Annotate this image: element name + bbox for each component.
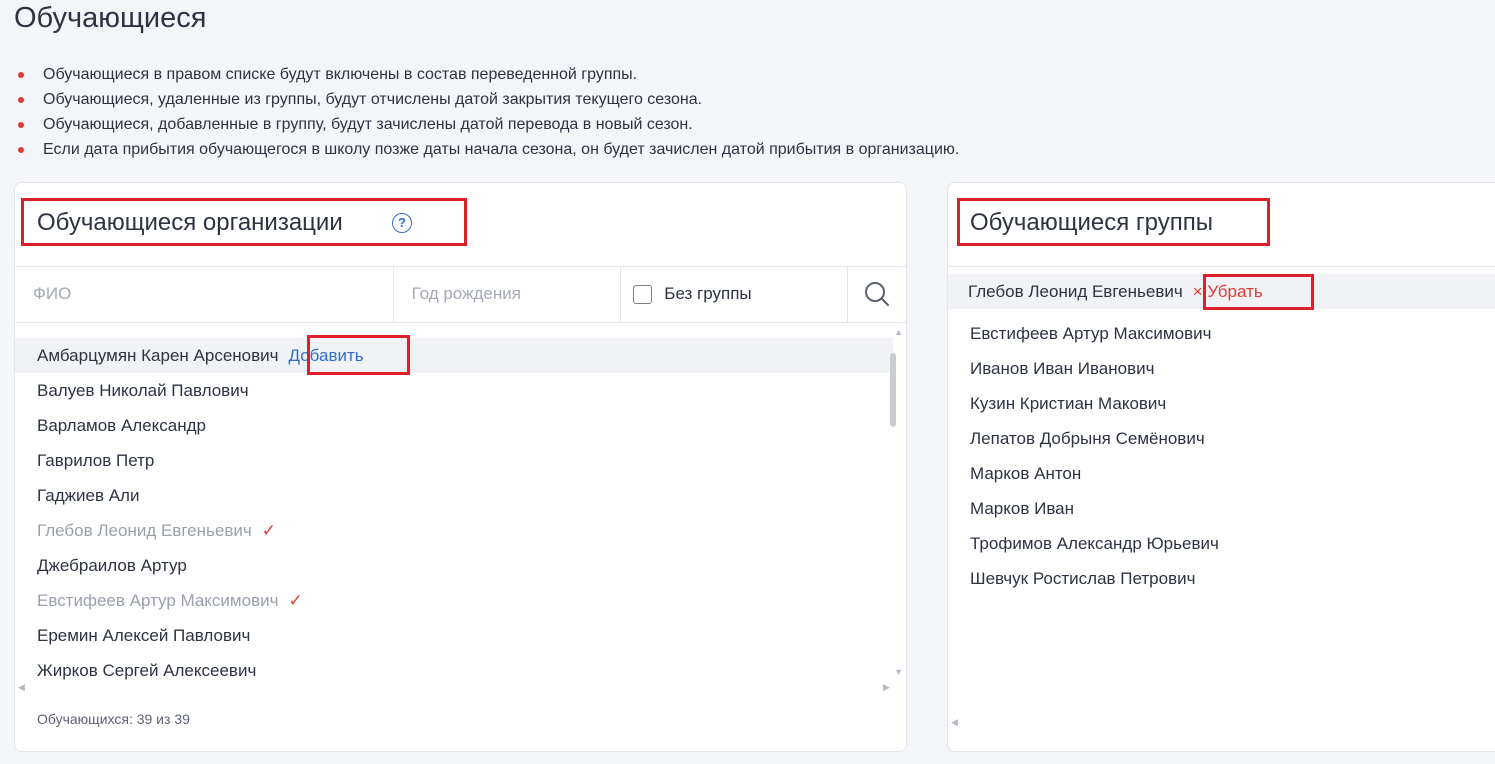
scroll-left-icon[interactable]: ◀ — [18, 682, 25, 693]
help-icon[interactable]: ? — [392, 213, 412, 233]
student-name: Трофимов Александр Юрьевич — [970, 533, 1219, 553]
info-notes: Обучающиеся в правом списке будут включе… — [18, 62, 959, 162]
org-panel-header: Обучающиеся организации ? — [15, 183, 906, 267]
student-name: Евстифеев Артур Максимович — [37, 590, 279, 610]
filter-bar: Без группы — [15, 266, 906, 323]
student-name: Еремин Алексей Павлович — [37, 625, 251, 645]
student-name: Шевчук Ростислав Петрович — [970, 568, 1196, 588]
list-item[interactable]: Амбарцумян Карен Арсенович Добавить — [15, 338, 893, 373]
search-button[interactable] — [848, 266, 906, 322]
student-name: Марков Иван — [970, 498, 1075, 518]
list-item[interactable]: Иванов Иван Иванович — [948, 351, 1154, 386]
list-item[interactable]: Еремин Алексей Павлович — [15, 618, 250, 653]
scroll-left-icon[interactable]: ◀ — [951, 717, 958, 728]
highlight-frame — [1203, 274, 1314, 310]
student-name: Евстифеев Артур Максимович — [970, 323, 1212, 343]
list-item[interactable]: Евстифеев Артур Максимович ✓ — [15, 583, 303, 618]
list-item[interactable]: Варламов Александр — [15, 408, 206, 443]
student-name: Валуев Николай Павлович — [37, 380, 249, 400]
student-name: Варламов Александр — [37, 415, 206, 435]
group-panel-title: Обучающиеся группы — [970, 209, 1213, 236]
check-icon: ✓ — [261, 520, 276, 540]
list-item[interactable]: Марков Иван — [948, 491, 1074, 526]
student-name: Кузин Кристиан Макович — [970, 393, 1167, 413]
student-name: Глебов Леонид Евгеньевич — [37, 520, 252, 540]
org-students-panel: Обучающиеся организации ? Без группы Амб… — [14, 182, 907, 752]
no-group-checkbox[interactable] — [633, 284, 653, 304]
fio-input[interactable] — [15, 266, 393, 322]
list-item[interactable]: Жирков Сергей Алексеевич — [15, 653, 256, 688]
birth-year-filter-cell — [393, 266, 622, 322]
note-item: Обучающиеся в правом списке будут включе… — [18, 62, 959, 87]
fio-filter-cell — [15, 266, 394, 322]
bullet-dot — [18, 97, 24, 103]
student-name: Марков Антон — [970, 463, 1082, 483]
search-icon — [865, 282, 890, 307]
note-item: Если дата прибытия обучающегося в школу … — [18, 137, 959, 162]
birth-year-input[interactable] — [393, 266, 621, 322]
note-item: Обучающиеся, удаленные из группы, будут … — [18, 87, 959, 112]
list-item[interactable]: Гаджиев Али — [15, 478, 139, 513]
list-item[interactable]: Марков Антон — [948, 456, 1081, 491]
list-item[interactable]: Глебов Леонид Евгеньевич ✓ — [15, 513, 276, 548]
vertical-scrollbar[interactable] — [890, 353, 896, 427]
student-name: Глебов Леонид Евгеньевич — [968, 281, 1183, 301]
list-item[interactable]: Трофимов Александр Юрьевич — [948, 526, 1219, 561]
list-item[interactable]: Шевчук Ростислав Петрович — [948, 561, 1195, 596]
student-name: Лепатов Добрыня Семёнович — [970, 428, 1205, 448]
group-panel-header: Обучающиеся группы — [948, 183, 1495, 267]
list-item[interactable]: Лепатов Добрыня Семёнович — [948, 421, 1205, 456]
page-title: Обучающиеся — [14, 2, 207, 34]
bullet-dot — [18, 147, 24, 153]
student-count: Обучающихся: 39 из 39 — [37, 711, 190, 727]
list-item[interactable]: Валуев Николай Павлович — [15, 373, 249, 408]
scroll-down-icon[interactable]: ▼ — [894, 667, 903, 677]
no-group-filter[interactable]: Без группы — [621, 266, 849, 322]
list-item[interactable]: Гаврилов Петр — [15, 443, 154, 478]
note-item: Обучающиеся, добавленные в группу, будут… — [18, 112, 959, 137]
group-students-panel: Обучающиеся группы Глебов Леонид Евгенье… — [947, 182, 1495, 752]
list-item[interactable]: Кузин Кристиан Макович — [948, 386, 1166, 421]
student-name: Иванов Иван Иванович — [970, 358, 1155, 378]
student-name: Гаврилов Петр — [37, 450, 155, 470]
no-group-label: Без группы — [664, 284, 752, 303]
list-item[interactable]: Евстифеев Артур Максимович — [948, 316, 1211, 351]
list-item[interactable]: Джебраилов Артур — [15, 548, 187, 583]
scroll-up-icon[interactable]: ▲ — [894, 327, 903, 337]
student-name: Жирков Сергей Алексеевич — [37, 660, 257, 680]
highlight-frame — [307, 335, 410, 375]
org-panel-title: Обучающиеся организации — [37, 209, 343, 236]
scroll-right-icon[interactable]: ▶ — [883, 682, 890, 693]
bullet-dot — [18, 72, 24, 78]
bullet-dot — [18, 122, 24, 128]
check-icon: ✓ — [288, 590, 303, 610]
student-name: Амбарцумян Карен Арсенович — [37, 345, 279, 365]
student-name: Джебраилов Артур — [37, 555, 187, 575]
student-name: Гаджиев Али — [37, 485, 140, 505]
